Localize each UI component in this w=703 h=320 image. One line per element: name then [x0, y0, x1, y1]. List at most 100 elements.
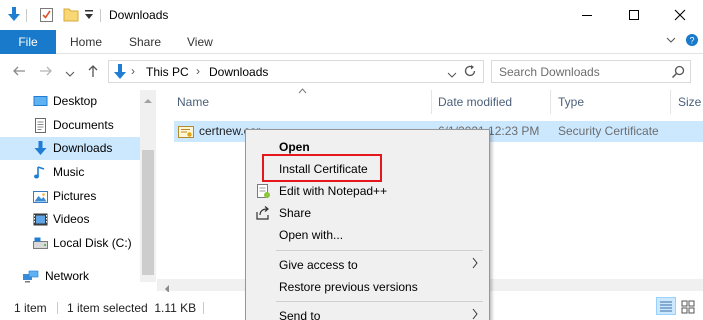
tab-share[interactable]: Share [129, 35, 161, 49]
desktop-icon [33, 94, 48, 109]
menu-item-label: Open with... [279, 228, 344, 242]
pictures-icon [33, 189, 48, 204]
chevron-down-icon [447, 72, 457, 78]
refresh-icon [464, 65, 476, 77]
status-separator [203, 302, 204, 314]
nav-item-label: Network [45, 269, 90, 283]
search-icon [671, 65, 685, 82]
breadcrumb-separator-icon[interactable]: › [131, 64, 135, 78]
up-arrow-icon [88, 65, 98, 77]
sort-ascending-icon [298, 86, 307, 96]
column-header-date-modified[interactable]: Date modified [438, 95, 512, 109]
menu-item-label: Restore previous versions [279, 280, 418, 294]
back-arrow-icon [13, 66, 25, 76]
tab-view[interactable]: View [187, 35, 213, 49]
nav-item-local-disk[interactable]: Local Disk (C:) [0, 232, 140, 255]
column-divider[interactable] [670, 90, 671, 114]
maximize-icon [629, 10, 639, 20]
breadcrumb-this-pc[interactable]: This PC [146, 65, 189, 79]
menu-item-send-to[interactable]: Send to [246, 305, 489, 320]
item-count: 1 item [14, 301, 47, 315]
back-button[interactable] [12, 64, 26, 81]
refresh-button[interactable] [463, 64, 477, 81]
details-view-icon [660, 301, 672, 312]
title-separator [100, 9, 101, 22]
address-bar[interactable]: › This PC › Downloads [108, 60, 484, 83]
menu-item-label: Edit with Notepad++ [279, 184, 388, 198]
status-separator [57, 302, 58, 314]
menu-item-label: Give access to [279, 258, 358, 272]
nav-item-documents[interactable]: Documents [0, 114, 140, 137]
nav-item-videos[interactable]: Videos [0, 208, 140, 231]
maximize-button[interactable] [611, 0, 657, 30]
nav-item-label: Music [53, 165, 85, 179]
menu-item-edit-with-notepad[interactable]: Edit with Notepad++ [246, 180, 489, 202]
search-input[interactable]: Search Downloads [491, 60, 691, 83]
share-icon [255, 205, 271, 221]
menu-item-give-access-to[interactable]: Give access to [246, 254, 489, 276]
menu-separator [276, 301, 483, 302]
local-disk-icon [33, 236, 48, 251]
nav-item-label: Documents [53, 118, 114, 132]
tab-home[interactable]: Home [70, 35, 102, 49]
column-divider[interactable] [550, 90, 551, 114]
certificate-icon [178, 124, 194, 143]
nav-item-pictures[interactable]: Pictures [0, 185, 140, 208]
column-header-size[interactable]: Size [678, 95, 701, 109]
large-icons-view-icon [681, 300, 695, 314]
properties-checkbox-icon[interactable] [39, 6, 55, 26]
nav-item-downloads[interactable]: Downloads [0, 137, 140, 160]
documents-icon [33, 118, 48, 133]
search-placeholder: Search Downloads [499, 65, 600, 79]
navigation-scrollbar[interactable] [140, 90, 156, 282]
notepad-plus-plus-icon [255, 183, 271, 199]
minimize-icon [582, 15, 592, 16]
download-arrow-icon [7, 6, 21, 26]
network-icon [22, 269, 39, 284]
new-folder-icon[interactable] [63, 6, 79, 26]
breadcrumb-downloads[interactable]: Downloads [209, 65, 268, 79]
address-row: › This PC › Downloads Search Downloads [0, 54, 703, 90]
scrollbar-thumb[interactable] [142, 150, 154, 275]
scroll-up-icon[interactable] [144, 93, 152, 107]
nav-item-network[interactable]: Network [0, 265, 140, 288]
nav-item-label: Pictures [53, 189, 97, 203]
expand-ribbon-icon[interactable] [665, 34, 677, 49]
title-bar: Downloads [0, 0, 703, 30]
nav-item-desktop[interactable]: Desktop [0, 90, 140, 113]
large-icons-view-button[interactable] [679, 297, 699, 315]
videos-icon [33, 212, 48, 227]
chevron-down-icon [65, 71, 75, 77]
file-type: Security Certificate [558, 124, 659, 138]
menu-item-restore-previous-versions[interactable]: Restore previous versions [246, 276, 489, 298]
title-separator [26, 9, 27, 22]
close-button[interactable] [657, 0, 703, 30]
submenu-arrow-icon [471, 256, 479, 273]
help-icon[interactable]: ? [685, 33, 699, 50]
customize-toolbar-icon[interactable] [84, 9, 94, 24]
menu-item-open-with[interactable]: Open with... [246, 224, 489, 246]
column-header-type[interactable]: Type [558, 95, 584, 109]
nav-item-music[interactable]: Music [0, 161, 140, 184]
menu-item-label: Open [279, 140, 310, 154]
breadcrumb-separator-icon[interactable]: › [196, 64, 200, 78]
window-title: Downloads [109, 8, 169, 22]
downloads-icon [33, 141, 48, 156]
details-view-button[interactable] [656, 297, 676, 315]
forward-button[interactable] [39, 64, 53, 81]
address-dropdown-button[interactable] [447, 68, 457, 82]
menu-separator [276, 250, 483, 251]
nav-item-label: Downloads [53, 141, 113, 155]
svg-text:?: ? [689, 36, 694, 46]
music-icon [33, 165, 48, 180]
navigation-pane: Desktop Documents Downloads Music Pictur… [0, 90, 157, 290]
tab-file[interactable]: File [0, 30, 56, 54]
column-header-name[interactable]: Name [177, 95, 209, 109]
recent-locations-button[interactable] [65, 67, 75, 81]
ribbon-tabs: File Home Share View ? [0, 30, 703, 54]
minimize-button[interactable] [564, 0, 610, 30]
menu-item-share[interactable]: Share [246, 202, 489, 224]
up-button[interactable] [86, 64, 100, 81]
column-divider[interactable] [431, 90, 432, 114]
submenu-arrow-icon [471, 307, 479, 320]
